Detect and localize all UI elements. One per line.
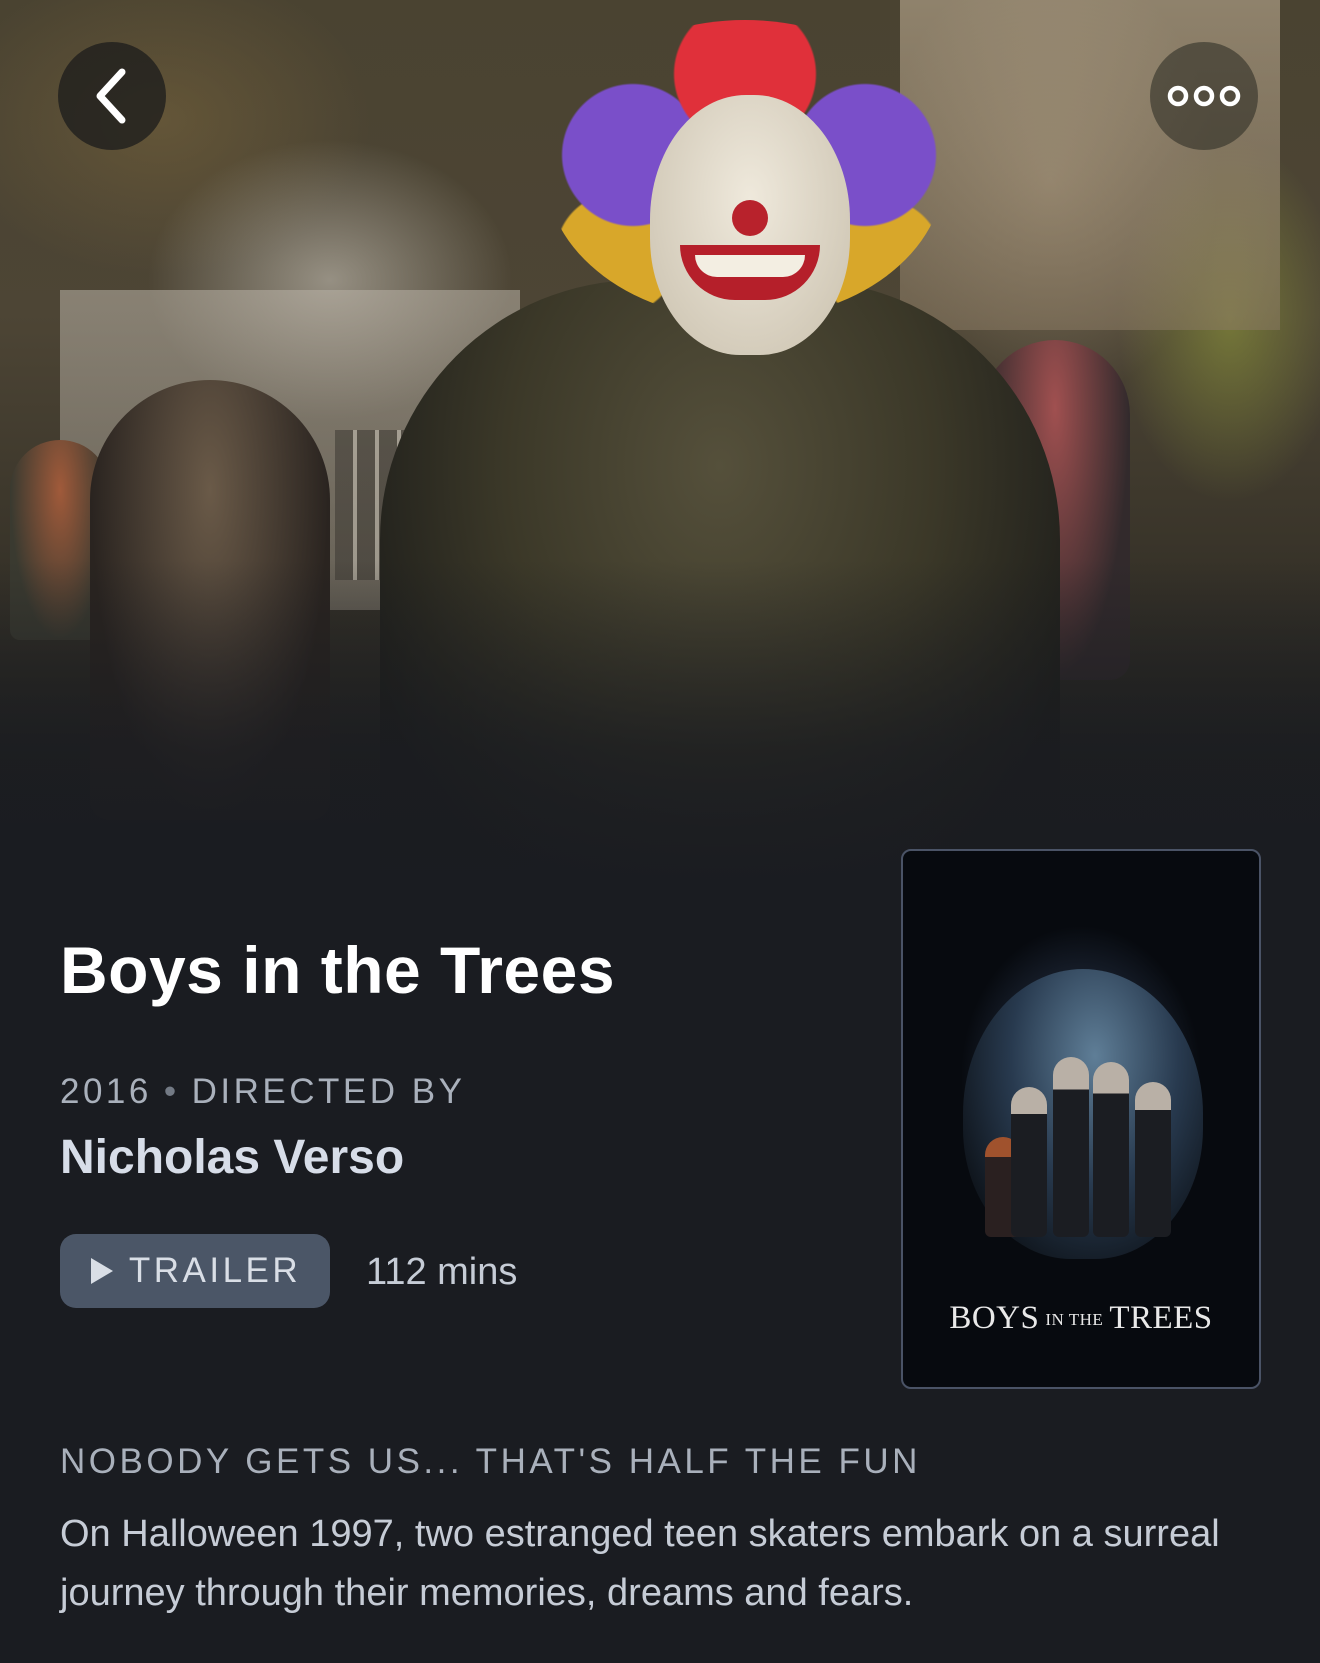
film-title: Boys in the Trees: [60, 933, 616, 1007]
back-button[interactable]: [58, 42, 166, 150]
poster-figure: [1011, 1087, 1047, 1237]
poster-figure: [1135, 1082, 1171, 1237]
release-year: 2016: [60, 1072, 152, 1111]
director-name[interactable]: Nicholas Verso: [60, 1130, 404, 1186]
meta-separator: •: [163, 1072, 180, 1111]
film-meta: 2016 • DIRECTED BY: [60, 1070, 465, 1114]
poster-title-part2: IN THE: [1045, 1310, 1104, 1330]
poster-title-part1: BOYS: [949, 1300, 1040, 1336]
backdrop-image: [0, 0, 1320, 900]
clown-nose: [732, 200, 768, 236]
clown-teeth: [695, 255, 805, 277]
poster-title-part3: TREES: [1109, 1300, 1213, 1336]
play-icon: [90, 1258, 113, 1284]
backdrop-clown-mask: [650, 95, 850, 355]
poster-figure: [1093, 1062, 1129, 1237]
synopsis: On Halloween 1997, two estranged teen sk…: [60, 1513, 1220, 1614]
poster-title: BOYS IN THE TREES: [903, 1300, 1259, 1337]
trailer-button[interactable]: TRAILER: [60, 1234, 330, 1308]
film-poster[interactable]: BOYS IN THE TREES: [901, 849, 1261, 1389]
tagline: NOBODY GETS US... THAT'S HALF THE FUN: [60, 1442, 921, 1481]
runtime: 112 mins: [366, 1251, 518, 1293]
directed-by-label: DIRECTED BY: [191, 1072, 466, 1111]
more-options-button[interactable]: [1150, 42, 1258, 150]
chevron-left-icon: [96, 68, 126, 124]
trailer-label: TRAILER: [128, 1251, 302, 1290]
more-options-icon: [1167, 85, 1241, 107]
poster-figure: [1053, 1057, 1089, 1237]
